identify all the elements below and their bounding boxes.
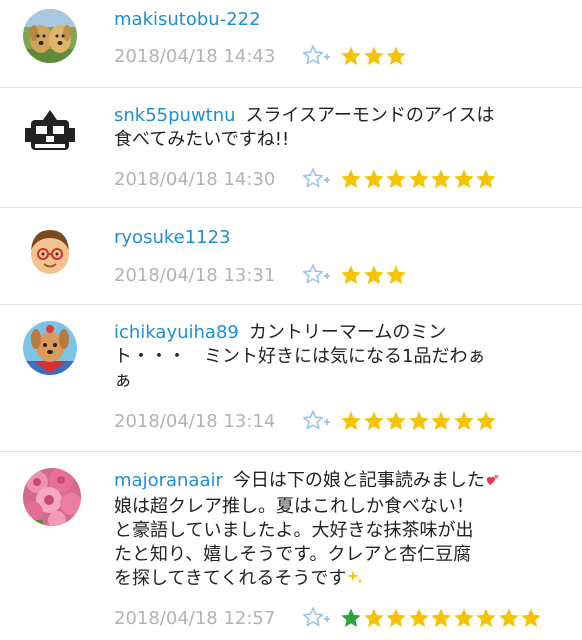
- yellow-star-icon: [475, 607, 497, 629]
- comment-text: makisutobu-222: [114, 8, 572, 32]
- yellow-star-icon: [385, 45, 407, 67]
- star-rating: [340, 168, 498, 190]
- yellow-star-icon: [408, 410, 430, 432]
- comment-text: majoranaair 今日は下の娘と記事読みました: [114, 469, 572, 495]
- add-star-icon[interactable]: [302, 263, 332, 287]
- yellow-star-icon: [385, 168, 407, 190]
- comment-line: スライスアーモンドのアイスは: [245, 105, 495, 126]
- add-star-icon[interactable]: [302, 606, 332, 630]
- add-star-icon[interactable]: [302, 409, 332, 433]
- dogs-photo-avatar-icon: [23, 9, 77, 63]
- yellow-star-icon: [363, 264, 385, 286]
- yellow-star-icon: [475, 168, 497, 190]
- yellow-star-icon: [363, 410, 385, 432]
- green-star-icon: [340, 607, 362, 629]
- yellow-star-icon: [385, 607, 407, 629]
- comment-line: と豪語していましたよ。大好きな抹茶味が出: [114, 520, 474, 541]
- star-rating: [340, 607, 543, 629]
- yellow-star-icon: [430, 168, 452, 190]
- yellow-star-icon: [453, 168, 475, 190]
- star-rating: [340, 410, 498, 432]
- yellow-star-icon: [340, 168, 362, 190]
- timestamp: 2018/04/18 14:43: [114, 45, 276, 67]
- username-link[interactable]: ichikayuiha89: [114, 322, 239, 343]
- avatar[interactable]: [23, 9, 77, 63]
- comment-line: ぁ: [114, 370, 132, 391]
- comment-list: makisutobu-222 2018/04/18 14:43 snk55puw…: [0, 0, 582, 640]
- comment-line: 食べてみたいですね!!: [114, 129, 290, 150]
- comment-text: を探してきてくれるそうです: [114, 567, 572, 593]
- yellow-star-icon: [408, 168, 430, 190]
- sparkles-icon: [346, 568, 364, 593]
- timestamp: 2018/04/18 13:14: [114, 410, 276, 432]
- robot-avatar-icon: [25, 110, 75, 154]
- comment-line: 娘は超クレア推し。夏はこれしか食べない！: [114, 496, 474, 517]
- comment-line: ト・・・ ミント好きには気になる1品だわぁ: [114, 346, 486, 367]
- comment-item: snk55puwtnu スライスアーモンドのアイスは 食べてみたいですね!! 20…: [0, 88, 582, 208]
- yellow-star-icon: [430, 410, 452, 432]
- star-rating: [340, 264, 408, 286]
- timestamp: 2018/04/18 13:31: [114, 264, 276, 286]
- comment-text: snk55puwtnu スライスアーモンドのアイスは: [114, 104, 572, 128]
- timestamp: 2018/04/18 12:57: [114, 607, 276, 629]
- avatar[interactable]: [23, 224, 77, 278]
- yellow-star-icon: [453, 607, 475, 629]
- timestamp: 2018/04/18 14:30: [114, 168, 276, 190]
- yellow-star-icon: [363, 607, 385, 629]
- yellow-star-icon: [363, 168, 385, 190]
- yellow-star-icon: [363, 45, 385, 67]
- comment-line: たと知り、嬉しそうです。クレアと杏仁豆腐: [114, 544, 472, 565]
- hearts-icon: [485, 471, 501, 495]
- username-link[interactable]: ryosuke1123: [114, 227, 231, 248]
- comment-line: を探してきてくれるそうです: [114, 568, 347, 589]
- yellow-star-icon: [453, 410, 475, 432]
- yellow-star-icon: [340, 264, 362, 286]
- comment-item: majoranaair 今日は下の娘と記事読みました 娘は超クレア推し。夏はこれし…: [0, 452, 582, 640]
- comment-text: ryosuke1123: [114, 226, 572, 250]
- yellow-star-icon: [340, 410, 362, 432]
- username-link[interactable]: majoranaair: [114, 470, 223, 491]
- boy-glasses-avatar-icon: [23, 224, 77, 278]
- comment-item: ichikayuiha89 カントリーマームのミン ト・・・ ミント好きには気にな…: [0, 305, 582, 452]
- add-star-icon[interactable]: [302, 44, 332, 68]
- comment-line: 今日は下の娘と記事読みました: [232, 470, 485, 491]
- avatar[interactable]: [23, 321, 77, 375]
- avatar[interactable]: [23, 106, 77, 160]
- comment-item: makisutobu-222 2018/04/18 14:43: [0, 0, 582, 88]
- avatar[interactable]: [23, 468, 81, 526]
- dog-character-avatar-icon: [23, 321, 77, 375]
- comment-item: ryosuke1123 2018/04/18 13:31: [0, 208, 582, 305]
- comment-line: カントリーマームのミン: [248, 322, 447, 343]
- roses-photo-avatar-icon: [23, 468, 81, 526]
- yellow-star-icon: [475, 410, 497, 432]
- yellow-star-icon: [520, 607, 542, 629]
- yellow-star-icon: [430, 607, 452, 629]
- yellow-star-icon: [408, 607, 430, 629]
- username-link[interactable]: snk55puwtnu: [114, 105, 236, 126]
- add-star-icon[interactable]: [302, 167, 332, 191]
- yellow-star-icon: [498, 607, 520, 629]
- comment-text: ichikayuiha89 カントリーマームのミン: [114, 321, 572, 345]
- yellow-star-icon: [385, 264, 407, 286]
- yellow-star-icon: [385, 410, 407, 432]
- star-rating: [340, 45, 408, 67]
- username-link[interactable]: makisutobu-222: [114, 9, 261, 30]
- yellow-star-icon: [340, 45, 362, 67]
